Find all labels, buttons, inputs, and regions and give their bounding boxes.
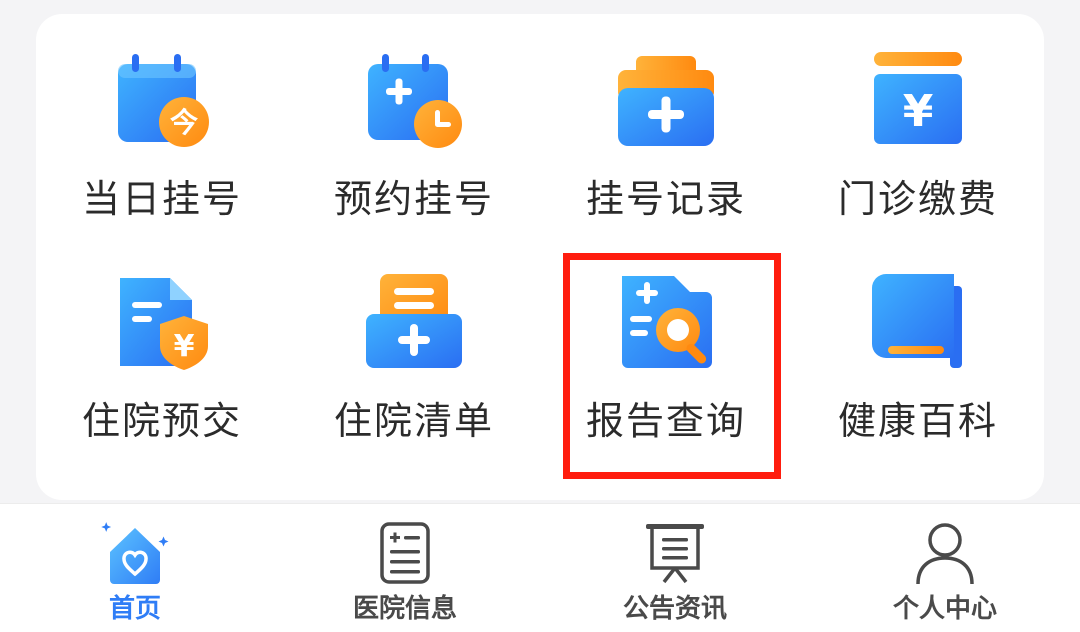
tab-label: 首页 [108, 594, 161, 624]
grid-item-health-encyclopedia[interactable]: 健康百科 [792, 236, 1044, 456]
bottom-tab-bar: 首页 医院信息 公告资讯 个人中心 [0, 503, 1080, 632]
grid-item-today-registration[interactable]: 今 当日挂号 [36, 14, 288, 234]
home-heart-icon [100, 518, 170, 588]
hospital-info-icon [370, 518, 440, 588]
yen-payment-icon: ¥ [868, 50, 968, 150]
calendar-today-icon: 今 [112, 50, 212, 150]
today-glyph: 今 [170, 106, 198, 139]
grid-item-label: 住院清单 [333, 399, 494, 443]
grid-item-label: 当日挂号 [81, 177, 242, 221]
grid-item-label: 健康百科 [837, 399, 998, 443]
grid-item-inpatient-deposit[interactable]: ¥ 住院预交 [36, 236, 288, 456]
grid-item-label: 报告查询 [585, 399, 746, 443]
yen-glyph: ¥ [174, 329, 195, 364]
grid-item-report-query[interactable]: 报告查询 [540, 236, 792, 456]
document-yen-icon: ¥ [112, 272, 212, 372]
tab-label: 医院信息 [352, 594, 457, 624]
grid-item-label: 住院预交 [81, 399, 242, 443]
calendar-clock-icon [364, 50, 464, 150]
tab-home[interactable]: 首页 [0, 504, 270, 632]
medical-kit-icon [616, 50, 716, 150]
grid-item-appointment-registration[interactable]: 预约挂号 [288, 14, 540, 234]
grid-item-registration-records[interactable]: 挂号记录 [540, 14, 792, 234]
tab-label: 个人中心 [892, 594, 997, 624]
report-search-icon [616, 272, 716, 372]
tab-profile[interactable]: 个人中心 [810, 504, 1080, 632]
grid-item-label: 预约挂号 [333, 177, 494, 221]
tab-announcements[interactable]: 公告资讯 [540, 504, 810, 632]
grid-item-label: 挂号记录 [585, 177, 746, 221]
grid-item-outpatient-payment[interactable]: ¥ 门诊缴费 [792, 14, 1044, 234]
grid-item-inpatient-list[interactable]: 住院清单 [288, 236, 540, 456]
book-icon [868, 272, 968, 372]
yen-glyph: ¥ [903, 86, 934, 137]
grid-item-label: 门诊缴费 [837, 177, 998, 221]
user-icon [910, 518, 980, 588]
tab-label: 公告资讯 [622, 594, 727, 624]
list-box-icon [364, 272, 464, 372]
notice-board-icon [640, 518, 710, 588]
tab-hospital-info[interactable]: 医院信息 [270, 504, 540, 632]
services-card: 今 当日挂号 预约挂号 挂号记录 ¥ 门诊缴费 ¥ 住院预交 住院清单 报告查询… [36, 14, 1044, 500]
